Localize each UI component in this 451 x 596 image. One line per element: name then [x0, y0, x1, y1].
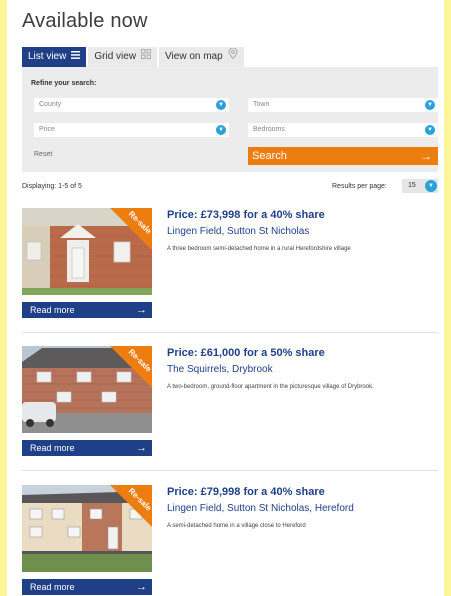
results-panel: Available now List view Grid view View o… — [7, 0, 444, 596]
page-title: Available now — [22, 10, 148, 32]
listing-address: Lingen Field, Sutton St Nicholas, Herefo… — [167, 503, 354, 514]
tab-grid-view[interactable]: Grid view — [88, 47, 158, 67]
refine-search-title: Refine your search: — [31, 80, 97, 87]
search-button[interactable]: Search → — [248, 147, 438, 165]
property-photo[interactable]: Re-sale — [22, 208, 152, 295]
search-button-label: Search — [252, 150, 287, 162]
reset-link[interactable]: Reset — [34, 151, 52, 158]
listing-item: Re-sale Read more → Price: £61,000 for a… — [22, 346, 438, 471]
listing-description: A two-bedroom, ground-floor apartment in… — [167, 384, 374, 390]
list-icon — [71, 47, 81, 67]
read-more-label: Read more — [30, 582, 75, 592]
bedrooms-select-value: Bedrooms — [253, 126, 285, 133]
read-more-label: Read more — [30, 443, 75, 453]
tab-grid-view-label: Grid view — [94, 51, 137, 62]
listing-price[interactable]: Price: £79,998 for a 40% share — [167, 486, 325, 498]
tab-view-on-map-label: View on map — [165, 51, 223, 62]
town-select[interactable]: Town ▼ — [248, 98, 438, 112]
listing-divider — [22, 332, 438, 333]
chevron-down-icon: ▼ — [425, 100, 435, 110]
arrow-right-icon: → — [136, 304, 147, 316]
read-more-button[interactable]: Read more → — [22, 440, 152, 456]
read-more-button[interactable]: Read more → — [22, 302, 152, 318]
listing-description: A semi-detached home in a village close … — [167, 523, 306, 529]
refine-search-panel: Refine your search: County ▼ Town ▼ Pric… — [22, 67, 438, 172]
grid-icon — [141, 47, 152, 67]
map-pin-icon — [228, 47, 238, 67]
listing-address: Lingen Field, Sutton St Nicholas — [167, 226, 310, 237]
listing-description: A three bedroom semi-detached home in a … — [167, 246, 351, 252]
chevron-down-icon: ▼ — [216, 100, 226, 110]
results-per-page-value: 15 — [408, 182, 416, 189]
tab-view-on-map[interactable]: View on map — [159, 47, 244, 67]
listing-price[interactable]: Price: £61,000 for a 50% share — [167, 347, 325, 359]
arrow-right-icon: → — [136, 581, 147, 593]
chevron-down-icon: ▼ — [425, 125, 435, 135]
county-select[interactable]: County ▼ — [34, 98, 229, 112]
price-select-value: Price — [39, 126, 55, 133]
bedrooms-select[interactable]: Bedrooms ▼ — [248, 123, 438, 137]
read-more-label: Read more — [30, 305, 75, 315]
property-photo[interactable]: Re-sale — [22, 485, 152, 572]
tab-list-view-label: List view — [28, 51, 67, 62]
results-count: Displaying: 1-5 of 5 — [22, 183, 82, 190]
view-tabs: List view Grid view View on map — [22, 47, 244, 72]
property-photo[interactable]: Re-sale — [22, 346, 152, 433]
tab-list-view[interactable]: List view — [22, 47, 87, 72]
price-select[interactable]: Price ▼ — [34, 123, 229, 137]
listing-address: The Squirrels, Drybrook — [167, 364, 273, 375]
county-select-value: County — [39, 101, 62, 108]
town-select-value: Town — [253, 101, 270, 108]
listing-item: Re-sale Read more → Price: £79,998 for a… — [22, 485, 438, 596]
listing-divider — [22, 470, 438, 471]
listing-item: Re-sale Read more → Price: £73,998 for a… — [22, 208, 438, 333]
chevron-down-icon: ▼ — [216, 125, 226, 135]
arrow-right-icon: → — [136, 442, 147, 454]
results-per-page-label: Results per page: — [332, 183, 387, 190]
results-per-page-select[interactable]: 15 ▼ — [402, 179, 438, 193]
listing-price[interactable]: Price: £73,998 for a 40% share — [167, 209, 325, 221]
read-more-button[interactable]: Read more → — [22, 579, 152, 595]
arrow-right-icon: → — [420, 149, 432, 163]
chevron-down-icon: ▼ — [425, 180, 437, 192]
